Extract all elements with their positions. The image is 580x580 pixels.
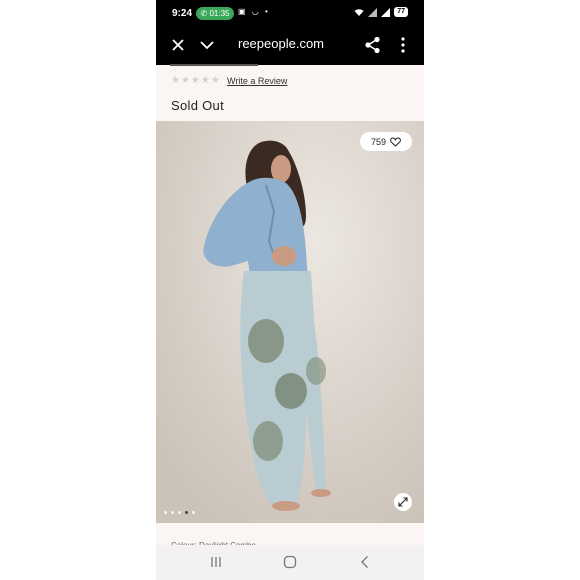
ongoing-call-pill[interactable]: ✆ 01:35: [196, 7, 234, 20]
system-icons: 77: [354, 7, 408, 17]
screenshot-icon: ▣: [238, 7, 248, 16]
gallery-pagination: [164, 511, 195, 514]
expand-image-button[interactable]: [394, 493, 412, 511]
phone-screen: 9:24 ✆ 01:35 ▣ ◡ • 77 reepeople.com ★★★★…: [156, 0, 424, 580]
gallery-dot[interactable]: [164, 511, 167, 514]
product-page: ★★★★★ Write a Review Sold Out 759: [156, 64, 424, 550]
wifi-icon: [354, 8, 364, 16]
close-icon[interactable]: [168, 35, 188, 55]
availability-status: Sold Out: [171, 98, 224, 113]
share-icon[interactable]: [363, 35, 383, 55]
gallery-dot[interactable]: [192, 511, 195, 514]
call-duration: 01:35: [209, 9, 230, 18]
product-image[interactable]: 759: [156, 121, 424, 523]
home-icon[interactable]: [282, 554, 298, 570]
signal-icon-2: [381, 7, 391, 17]
browser-toolbar: reepeople.com: [156, 27, 424, 65]
heart-icon: [390, 136, 401, 147]
battery-indicator: 77: [394, 7, 408, 17]
favorite-count: 759: [370, 136, 387, 147]
cut-off-link-underline: [170, 64, 258, 66]
more-vertical-icon[interactable]: [393, 35, 413, 55]
voicemail-icon: ◡: [251, 7, 261, 16]
expand-icon: [398, 497, 408, 507]
gallery-dot-active[interactable]: [185, 511, 188, 514]
notification-icons: ▣ ◡ •: [238, 7, 270, 16]
write-review-link[interactable]: Write a Review: [227, 76, 287, 86]
signal-icon: [368, 7, 378, 17]
notification-dot: •: [265, 7, 270, 16]
url-text[interactable]: reepeople.com: [238, 36, 324, 51]
status-bar: 9:24 ✆ 01:35 ▣ ◡ • 77: [156, 0, 424, 27]
status-time: 9:24: [172, 8, 193, 19]
chevron-down-icon[interactable]: [197, 35, 217, 55]
android-nav-bar: [156, 545, 424, 580]
back-icon[interactable]: [357, 554, 373, 570]
model-photo: [156, 121, 424, 523]
phone-icon: ✆: [200, 9, 208, 18]
rating-stars: ★★★★★: [171, 75, 221, 86]
recent-apps-icon[interactable]: [208, 554, 224, 570]
gallery-dot[interactable]: [171, 511, 174, 514]
gallery-dot[interactable]: [178, 511, 181, 514]
favorite-button[interactable]: 759: [360, 132, 412, 151]
